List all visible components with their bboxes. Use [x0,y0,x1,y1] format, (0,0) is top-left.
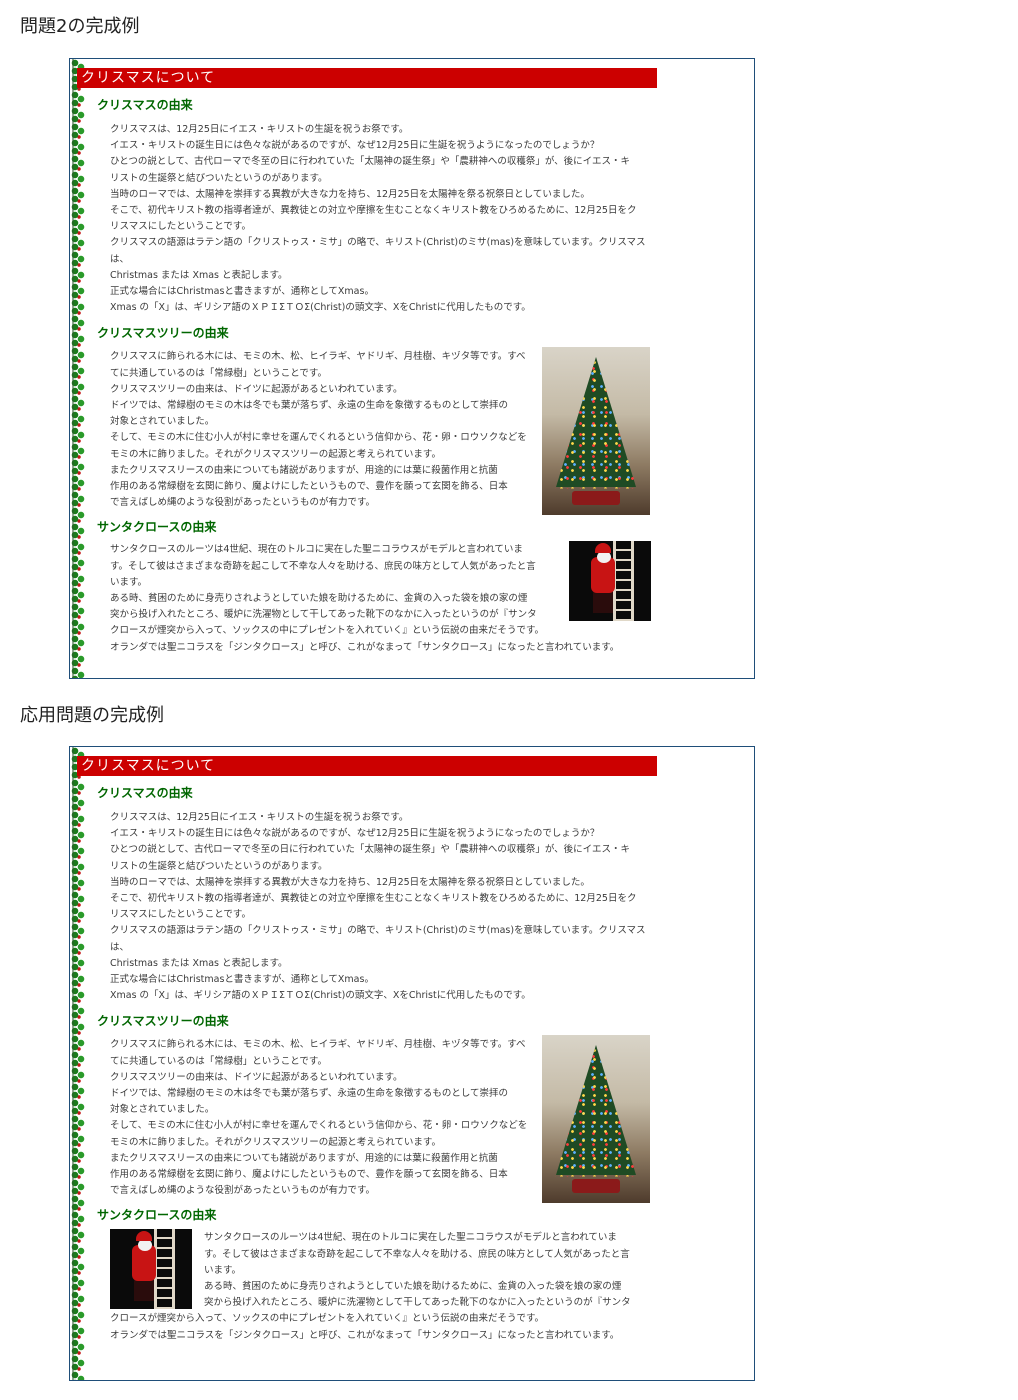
santa-section: サンタクロースの由来 サンタクロースのルーツは4世紀、現在のトルコに実在した聖ニ… [77,1207,754,1343]
example1-frame: クリスマスについて クリスマスの由来 クリスマスは、12月25日にイエス・キリス… [69,58,755,679]
santa-paragraph: サンタクロースのルーツは4世紀、現在のトルコに実在した聖ニコラウスがモデルと言わ… [204,1232,631,1309]
page-banner: クリスマスについて [77,68,657,88]
section-title: サンタクロースの由来 [97,520,217,535]
tree-paragraph: クリスマスに飾られる木には、モミの木、松、ヒイラギ、ヤドリギ、月桂樹、キヅタ等で… [110,351,527,509]
section-title: クリスマスの由来 [97,98,193,112]
example2-heading: 応用問題の完成例 [20,705,164,726]
example1-heading: 問題2の完成例 [20,16,140,37]
origin-section: クリスマスの由来 クリスマスは、12月25日にイエス・キリストの生誕を祝うお祭で… [77,785,754,1004]
example1-content: クリスマスについて クリスマスの由来 クリスマスは、12月25日にイエス・キリス… [77,68,754,656]
page-banner: クリスマスについて [77,756,657,776]
tree-section: クリスマスツリーの由来 クリスマスに飾られる木には、モミの木、松、ヒイラギ、ヤド… [77,325,754,516]
santa-paragraph: サンタクロースのルーツは4世紀、現在のトルコに実在した聖ニコラウスがモデルと言わ… [110,544,620,653]
santa-photo-icon [110,1229,192,1310]
tree-paragraph: クリスマスに飾られる木には、モミの木、松、ヒイラギ、ヤドリギ、月桂樹、キヅタ等で… [110,1039,528,1197]
santa-section: サンタクロースの由来 サンタクロースのルーツは4世紀、現在のトルコに実在した聖ニ… [77,519,754,655]
origin-paragraph: クリスマスは、12月25日にイエス・キリストの生誕を祝うお祭です。 イエス・キリ… [110,124,646,314]
christmas-tree-photo-icon [542,1035,650,1204]
origin-paragraph: クリスマスは、12月25日にイエス・キリストの生誕を祝うお祭です。 イエス・キリ… [110,812,646,1002]
santa-paragraph-continued: クロースが煙突から入って、ソックスの中にプレゼントを入れていく』という伝説の由来… [110,1313,620,1341]
tree-section: クリスマスツリーの由来 クリスマスに飾られる木には、モミの木、松、ヒイラギ、ヤド… [77,1013,754,1204]
origin-section: クリスマスの由来 クリスマスは、12月25日にイエス・キリストの生誕を祝うお祭で… [77,97,754,316]
christmas-tree-photo-icon [542,347,650,516]
section-title: クリスマスツリーの由来 [97,1014,229,1029]
section-title: クリスマスツリーの由来 [97,326,229,341]
section-title: クリスマスの由来 [97,786,193,800]
example2-frame: クリスマスについて クリスマスの由来 クリスマスは、12月25日にイエス・キリス… [69,746,755,1381]
example2-content: クリスマスについて クリスマスの由来 クリスマスは、12月25日にイエス・キリス… [77,756,754,1344]
santa-photo-icon [569,541,651,622]
section-title: サンタクロースの由来 [97,1208,217,1223]
